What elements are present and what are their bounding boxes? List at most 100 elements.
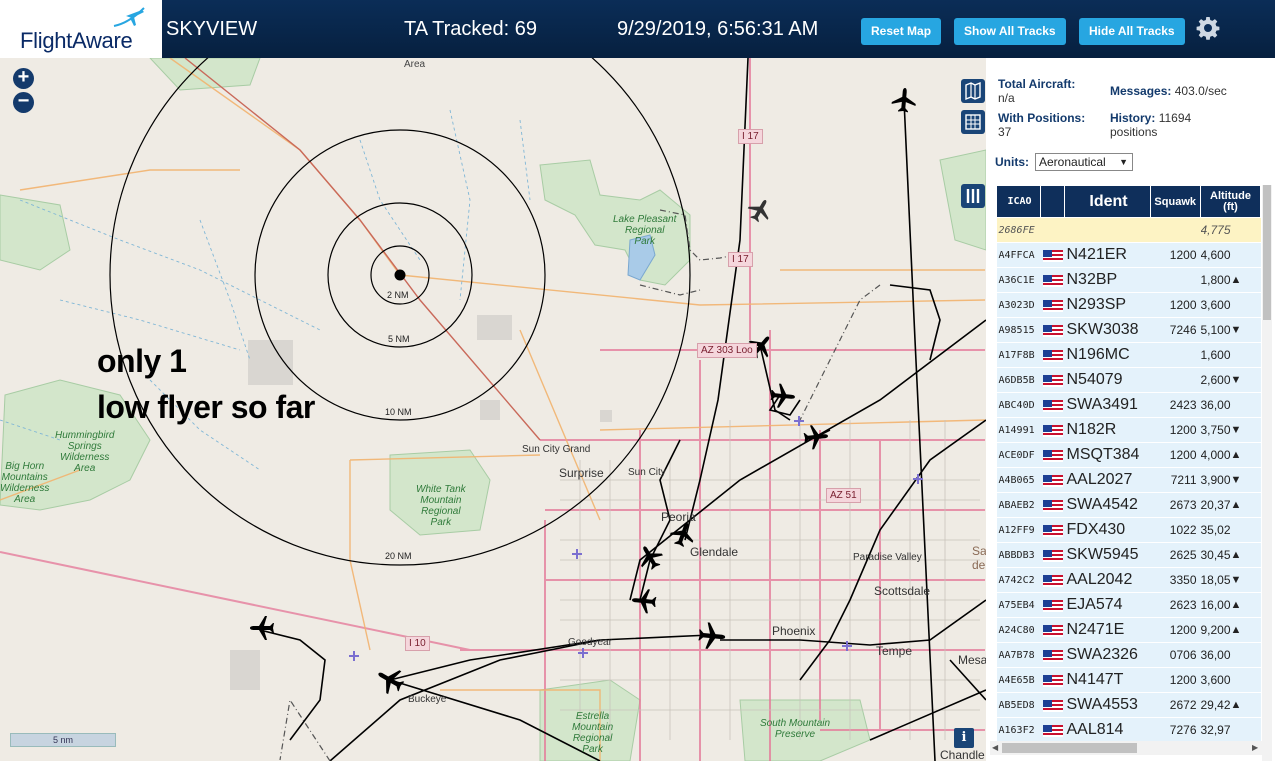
icao-cell: ABC40D xyxy=(996,392,1041,418)
col-header-altitude[interactable]: Altitude (ft) xyxy=(1200,185,1261,218)
city-label: Goodyear xyxy=(568,637,612,648)
aircraft-row[interactable]: A12FF9 FDX430102235,025 xyxy=(996,517,1261,543)
ident-cell: FDX430 xyxy=(1064,517,1151,543)
us-flag-icon xyxy=(1042,299,1063,312)
park-label: Big Horn Mountains Wilderness Area xyxy=(0,461,50,505)
aircraft-row[interactable]: AB5ED8 SWA4553267229,425▲ xyxy=(996,692,1261,718)
aircraft-row[interactable]: A17F8B N196MC 1,600 xyxy=(996,342,1261,368)
icao-cell: A14991 xyxy=(996,417,1041,443)
aircraft-row[interactable]: A6DB5B N54079 2,600 ▼ xyxy=(996,367,1261,393)
table-vertical-scrollbar[interactable] xyxy=(1262,185,1272,761)
altitude-header-unit: (ft) xyxy=(1223,200,1238,213)
show-all-tracks-button[interactable]: Show All Tracks xyxy=(954,18,1066,45)
aircraft-row[interactable]: ABAEB2 SWA4542267320,375▲ xyxy=(996,492,1261,518)
altitude-cell: 4,600 xyxy=(1200,242,1231,268)
aircraft-row[interactable]: ACE0DF MSQT384 1200 4,000 ▲ xyxy=(996,442,1261,468)
altitude-trend-icon: ▼ xyxy=(1230,417,1261,443)
scroll-right-icon[interactable]: ▶ xyxy=(1252,743,1258,752)
us-flag-icon xyxy=(1042,249,1063,262)
ident-cell: N54079 xyxy=(1064,367,1151,393)
squawk-cell xyxy=(1150,217,1201,243)
grid-icon[interactable] xyxy=(961,110,985,134)
icao-cell: ABBDB3 xyxy=(996,542,1041,568)
hide-all-tracks-button[interactable]: Hide All Tracks xyxy=(1079,18,1185,45)
column-toggle-icon[interactable] xyxy=(961,184,985,208)
aircraft-row[interactable]: A4FFCA N421ER 1200 4,600 xyxy=(996,242,1261,268)
ident-cell: SWA3491 xyxy=(1064,392,1151,418)
us-flag-icon xyxy=(1042,549,1063,562)
city-label: Surprise xyxy=(559,466,604,480)
with-positions-stat: With Positions: 37 xyxy=(998,111,1085,139)
flag-cell xyxy=(1040,292,1065,318)
aircraft-row[interactable]: A4E65B N4147T 1200 3,600 xyxy=(996,667,1261,693)
icao-cell: AB5ED8 xyxy=(996,692,1041,718)
range-ring-label: 20 NM xyxy=(385,551,412,561)
squawk-cell: 2672 xyxy=(1150,692,1201,718)
aircraft-row[interactable]: A742C2 AAL2042335018,050▼ xyxy=(996,567,1261,593)
units-select[interactable]: Aeronautical xyxy=(1035,153,1133,171)
plane-logo-icon xyxy=(113,7,145,27)
map-view[interactable]: Area Lake Pleasant Regional Park Humming… xyxy=(0,58,986,761)
ident-cell: N293SP xyxy=(1064,292,1151,318)
aircraft-row[interactable]: A3023D N293SP 1200 3,600 xyxy=(996,292,1261,318)
park-label: Hummingbird Springs Wilderness Area xyxy=(55,430,115,474)
col-header-ident[interactable]: Ident xyxy=(1064,185,1151,218)
altitude-cell: 32,975 xyxy=(1200,717,1231,743)
flag-cell xyxy=(1040,392,1065,418)
icao-cell: A742C2 xyxy=(996,567,1041,593)
table-horizontal-scrollbar[interactable]: ◀ ▶ xyxy=(990,741,1262,755)
ident-cell: AAL2027 xyxy=(1064,467,1151,493)
flightaware-logo[interactable]: FlightAware xyxy=(0,0,162,58)
aircraft-row[interactable]: A36C1E N32BP 1,800 ▲ xyxy=(996,267,1261,293)
squawk-cell: 2423 xyxy=(1150,392,1201,418)
aircraft-row[interactable]: A4B065 AAL2027 7211 3,900 ▼ xyxy=(996,467,1261,493)
flag-cell xyxy=(1040,667,1065,693)
icao-cell: A4B065 xyxy=(996,467,1041,493)
flag-cell xyxy=(1040,642,1065,668)
altitude-cell: 5,100 xyxy=(1200,317,1231,343)
us-flag-icon xyxy=(1042,574,1063,587)
gear-icon[interactable] xyxy=(1196,16,1220,40)
aircraft-row[interactable]: A98515 SKW3038 7246 5,100 ▼ xyxy=(996,317,1261,343)
city-label: Peoria xyxy=(661,510,696,524)
scrollbar-thumb[interactable] xyxy=(1263,185,1271,320)
us-flag-icon xyxy=(1042,649,1063,662)
range-ring-label: 5 NM xyxy=(388,334,410,344)
us-flag-icon xyxy=(1042,324,1063,337)
col-header-flag[interactable] xyxy=(1040,185,1065,218)
flag-cell xyxy=(1040,342,1065,368)
col-header-icao[interactable]: ICAO xyxy=(996,185,1041,218)
aircraft-row[interactable]: A163F2 AAL814727632,975 xyxy=(996,717,1261,743)
reset-map-button[interactable]: Reset Map xyxy=(861,18,942,45)
flag-cell xyxy=(1040,367,1065,393)
aircraft-row[interactable]: ABC40D SWA3491242336,000 xyxy=(996,392,1261,418)
aircraft-row[interactable]: AA7B78 SWA2326070636,000 xyxy=(996,642,1261,668)
aircraft-row[interactable]: ABBDB3 SKW5945262530,450▲ xyxy=(996,542,1261,568)
info-icon[interactable]: i xyxy=(954,728,974,748)
flag-cell xyxy=(1040,717,1065,743)
zoom-in-button[interactable]: + xyxy=(13,67,34,89)
scrollbar-thumb[interactable] xyxy=(1002,743,1137,753)
scroll-left-icon[interactable]: ◀ xyxy=(992,743,998,752)
flag-cell xyxy=(1040,692,1065,718)
units-label: Units: xyxy=(995,155,1029,169)
app-title: SKYVIEW xyxy=(166,18,258,40)
aircraft-row[interactable]: 2686FE 4,775 xyxy=(996,217,1261,243)
aircraft-row[interactable]: A24C80 N2471E 1200 9,200 ▲ xyxy=(996,617,1261,643)
aircraft-row[interactable]: A75EB4 EJA574262316,000▲ xyxy=(996,592,1261,618)
ident-cell: SKW3038 xyxy=(1064,317,1151,343)
map-layers-icon[interactable] xyxy=(961,79,985,103)
zoom-out-button[interactable]: − xyxy=(13,91,34,113)
aircraft-row[interactable]: A14991 N182R 1200 3,750 ▼ xyxy=(996,417,1261,443)
altitude-trend-icon: ▲ xyxy=(1230,542,1261,568)
city-label: Phoenix xyxy=(772,624,816,638)
ident-cell: AAL814 xyxy=(1064,717,1151,743)
squawk-cell: 7246 xyxy=(1150,317,1201,343)
squawk-cell: 1200 xyxy=(1150,417,1201,443)
ident-cell xyxy=(1064,217,1151,243)
altitude-cell: 2,600 xyxy=(1200,367,1231,393)
altitude-trend-icon xyxy=(1230,342,1261,368)
col-header-squawk[interactable]: Squawk xyxy=(1150,185,1201,218)
altitude-cell: 20,375 xyxy=(1200,492,1231,518)
altitude-cell: 16,000 xyxy=(1200,592,1231,618)
